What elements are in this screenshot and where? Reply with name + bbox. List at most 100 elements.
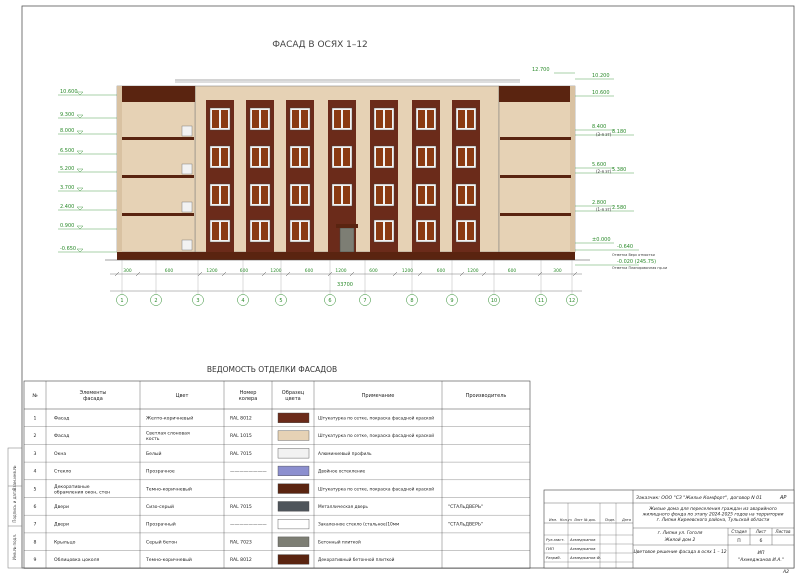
level-triangle xyxy=(76,130,84,135)
level-triangle xyxy=(76,206,84,211)
cell-element: Крыльцо xyxy=(54,539,76,545)
window-glass xyxy=(385,222,392,240)
finish-schedule-table: № Элементы фасада Цвет Номер колера Образец цве… xyxy=(23,380,531,569)
entrance-door xyxy=(339,227,355,253)
level-mark: 8.000 xyxy=(60,128,74,134)
level-triangle xyxy=(76,248,84,253)
floor-tag: (2-я эт) xyxy=(596,169,612,174)
level-mark: 10.200 xyxy=(592,73,610,79)
window-glass xyxy=(458,186,465,204)
stamp-stage-head: Стадия xyxy=(731,529,747,534)
axis-label: 2 xyxy=(154,298,157,304)
level-mark: 5.600 xyxy=(592,162,606,168)
color-swatch xyxy=(277,554,310,565)
cell-number: 8 xyxy=(34,539,37,545)
window-glass xyxy=(212,148,219,166)
cell-color: Белый xyxy=(146,450,162,457)
side-strip-label: Инв.№ подл. xyxy=(12,534,17,560)
window-glass xyxy=(261,222,268,240)
cell-maker: "СТАЛьДВЕРЬ" xyxy=(448,504,483,510)
cell-code: RAL 7023 xyxy=(230,539,252,545)
cell-number: 4 xyxy=(34,469,37,475)
dimension-value: 1200 xyxy=(335,268,346,274)
stamp-col-head: Подп. xyxy=(605,518,615,522)
window-glass xyxy=(427,222,434,240)
level-mark: 3.700 xyxy=(60,185,74,191)
window-glass xyxy=(221,110,228,128)
cell-element: Стекло xyxy=(54,469,71,475)
axis-label: 12 xyxy=(569,298,575,304)
level-triangle xyxy=(76,114,84,119)
window-glass xyxy=(376,186,383,204)
dimension-value: 600 xyxy=(508,268,517,274)
color-swatch xyxy=(277,430,310,441)
dimension-value: 600 xyxy=(305,268,314,274)
table-header: Элементы фасада xyxy=(80,390,107,402)
cell-element: Двери xyxy=(54,522,69,528)
stamp-role: Разраб. xyxy=(546,555,561,560)
cell-element: Фасад xyxy=(54,433,69,439)
window-glass xyxy=(301,186,308,204)
window-glass xyxy=(385,186,392,204)
window-glass xyxy=(334,186,341,204)
ground-note: Отметка Планировочная пр-ки xyxy=(612,266,667,270)
building-facade xyxy=(105,79,590,261)
dimension-value: 600 xyxy=(165,268,174,274)
dimension-value: 1200 xyxy=(270,268,281,274)
window-glass xyxy=(252,110,259,128)
window-glass xyxy=(418,222,425,240)
cell-element: Фасад xyxy=(54,415,69,421)
stamp-customer: Заказчик: ООО "СЗ "Жилье Комфорт", догов… xyxy=(636,495,762,501)
stamp-role: ГИП xyxy=(546,546,554,551)
cell-number: 1 xyxy=(34,415,37,421)
schedule-title: ВЕДОМОСТЬ ОТДЕЛКИ ФАСАДОВ xyxy=(207,365,337,374)
cell-number: 3 xyxy=(34,451,37,457)
cell-color: Темно-коричневый xyxy=(145,485,192,492)
window-glass xyxy=(334,148,341,166)
level-mark: -0.640 xyxy=(617,244,633,250)
window-glass xyxy=(301,222,308,240)
cell-note: Алюминиевый профиль xyxy=(318,450,372,457)
left-level-marks: 10.600 9.300 8.000 6.500 5.200 3.700 2.400 0.90… xyxy=(58,89,117,253)
cell-color: Светлая слоновая кость xyxy=(146,431,190,443)
dimension-value: 600 xyxy=(240,268,249,274)
window-glass xyxy=(376,222,383,240)
axis-label: 5 xyxy=(279,298,282,304)
level-triangle xyxy=(76,91,84,96)
level-mark: 8.400 xyxy=(592,124,606,130)
window-glass xyxy=(212,222,219,240)
cell-code: ———————— xyxy=(230,470,267,475)
stamp-sheet-head: Лист xyxy=(755,529,767,534)
color-swatch xyxy=(277,465,310,477)
level-mark: 5.200 xyxy=(60,166,74,172)
cell-color: Прозрачное xyxy=(146,469,175,475)
cell-note: Штукатурка по сетке, покраска фасадной к… xyxy=(318,414,434,421)
window-glass xyxy=(385,110,392,128)
table-header: Номер колера xyxy=(239,390,258,402)
window-glass xyxy=(261,148,268,166)
stamp-org-2: "Ахмеджанов И.А." xyxy=(738,557,784,563)
cell-number: 7 xyxy=(34,522,37,528)
window-glass xyxy=(458,222,465,240)
window-glass xyxy=(467,148,474,166)
cell-code: RAL 8012 xyxy=(230,557,252,563)
color-swatch xyxy=(277,536,310,547)
color-swatch xyxy=(277,519,310,530)
cell-element: Декоративные обрамления окон, стен xyxy=(54,484,110,496)
cell-color: Темно-коричневый xyxy=(145,556,192,563)
window-glass xyxy=(343,148,350,166)
window-glass xyxy=(385,148,392,166)
level-mark: 5.380 xyxy=(612,167,626,173)
stamp-stage: П xyxy=(737,538,740,544)
window-glass xyxy=(467,186,474,204)
color-swatch xyxy=(277,448,310,459)
plinth xyxy=(117,252,575,260)
window-glass xyxy=(212,110,219,128)
level-mark: 10.600 xyxy=(60,89,78,95)
floor-tag: (3-я эт) xyxy=(596,132,612,137)
table-header: Образец цвета xyxy=(282,390,305,402)
drawing-sheet: Взам.инв.№ Подпись и дата Инв.№ подл. ФА… xyxy=(7,5,795,575)
window-glass xyxy=(252,186,259,204)
cell-note: Штукатурка по сетке, покраска фасадной к… xyxy=(318,485,434,492)
window-glass xyxy=(252,222,259,240)
